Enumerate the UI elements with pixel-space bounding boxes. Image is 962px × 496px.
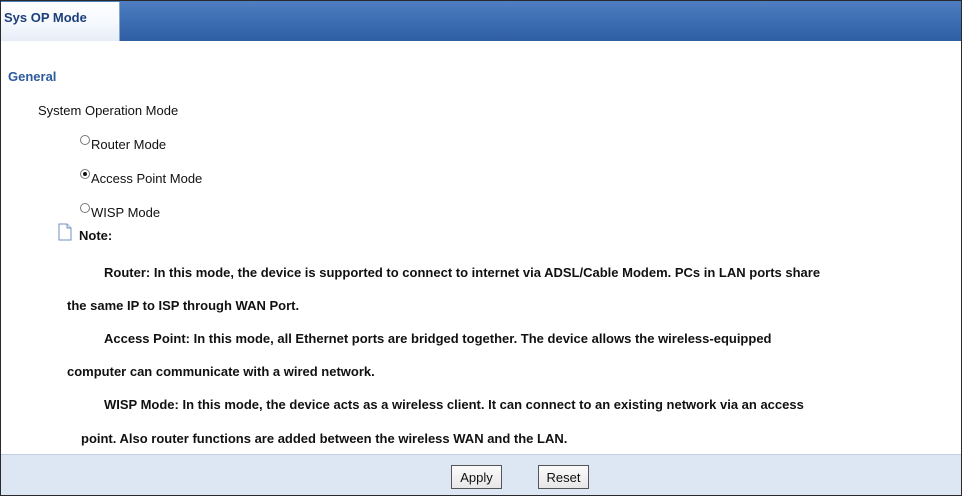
wisp-mode-label: WISP Mode xyxy=(91,205,161,220)
wisp-mode-radio[interactable] xyxy=(80,203,90,213)
reset-button[interactable]: Reset xyxy=(538,465,589,489)
tab-bar: Sys OP Mode xyxy=(1,1,961,41)
note-line-wisp-1: WISP Mode: In this mode, the device acts… xyxy=(104,397,804,412)
note-icon xyxy=(58,223,72,241)
note-label: Note: xyxy=(79,228,113,243)
button-bar: Apply Reset xyxy=(1,454,961,495)
option-wisp-mode[interactable]: WISP Mode xyxy=(80,203,161,220)
access-point-mode-label: Access Point Mode xyxy=(91,171,203,186)
apply-button[interactable]: Apply xyxy=(451,465,502,489)
router-mode-label: Router Mode xyxy=(91,137,167,152)
router-mode-radio[interactable] xyxy=(80,135,90,145)
access-point-mode-radio[interactable] xyxy=(80,169,90,179)
config-panel: Sys OP Mode General System Operation Mod… xyxy=(0,0,962,496)
note-line-ap-2: computer can communicate with a wired ne… xyxy=(67,364,375,379)
tab-sys-op-mode[interactable]: Sys OP Mode xyxy=(1,2,120,41)
system-operation-mode-label: System Operation Mode xyxy=(38,103,179,118)
note-line-router-2: the same IP to ISP through WAN Port. xyxy=(67,298,300,313)
note-line-ap-1: Access Point: In this mode, all Ethernet… xyxy=(104,331,772,346)
option-router-mode[interactable]: Router Mode xyxy=(80,135,167,152)
note-line-router-1: Router: In this mode, the device is supp… xyxy=(104,265,821,280)
option-access-point-mode[interactable]: Access Point Mode xyxy=(80,169,203,186)
note-line-wisp-2: point. Also router functions are added b… xyxy=(81,431,568,446)
section-title: General xyxy=(8,69,57,84)
